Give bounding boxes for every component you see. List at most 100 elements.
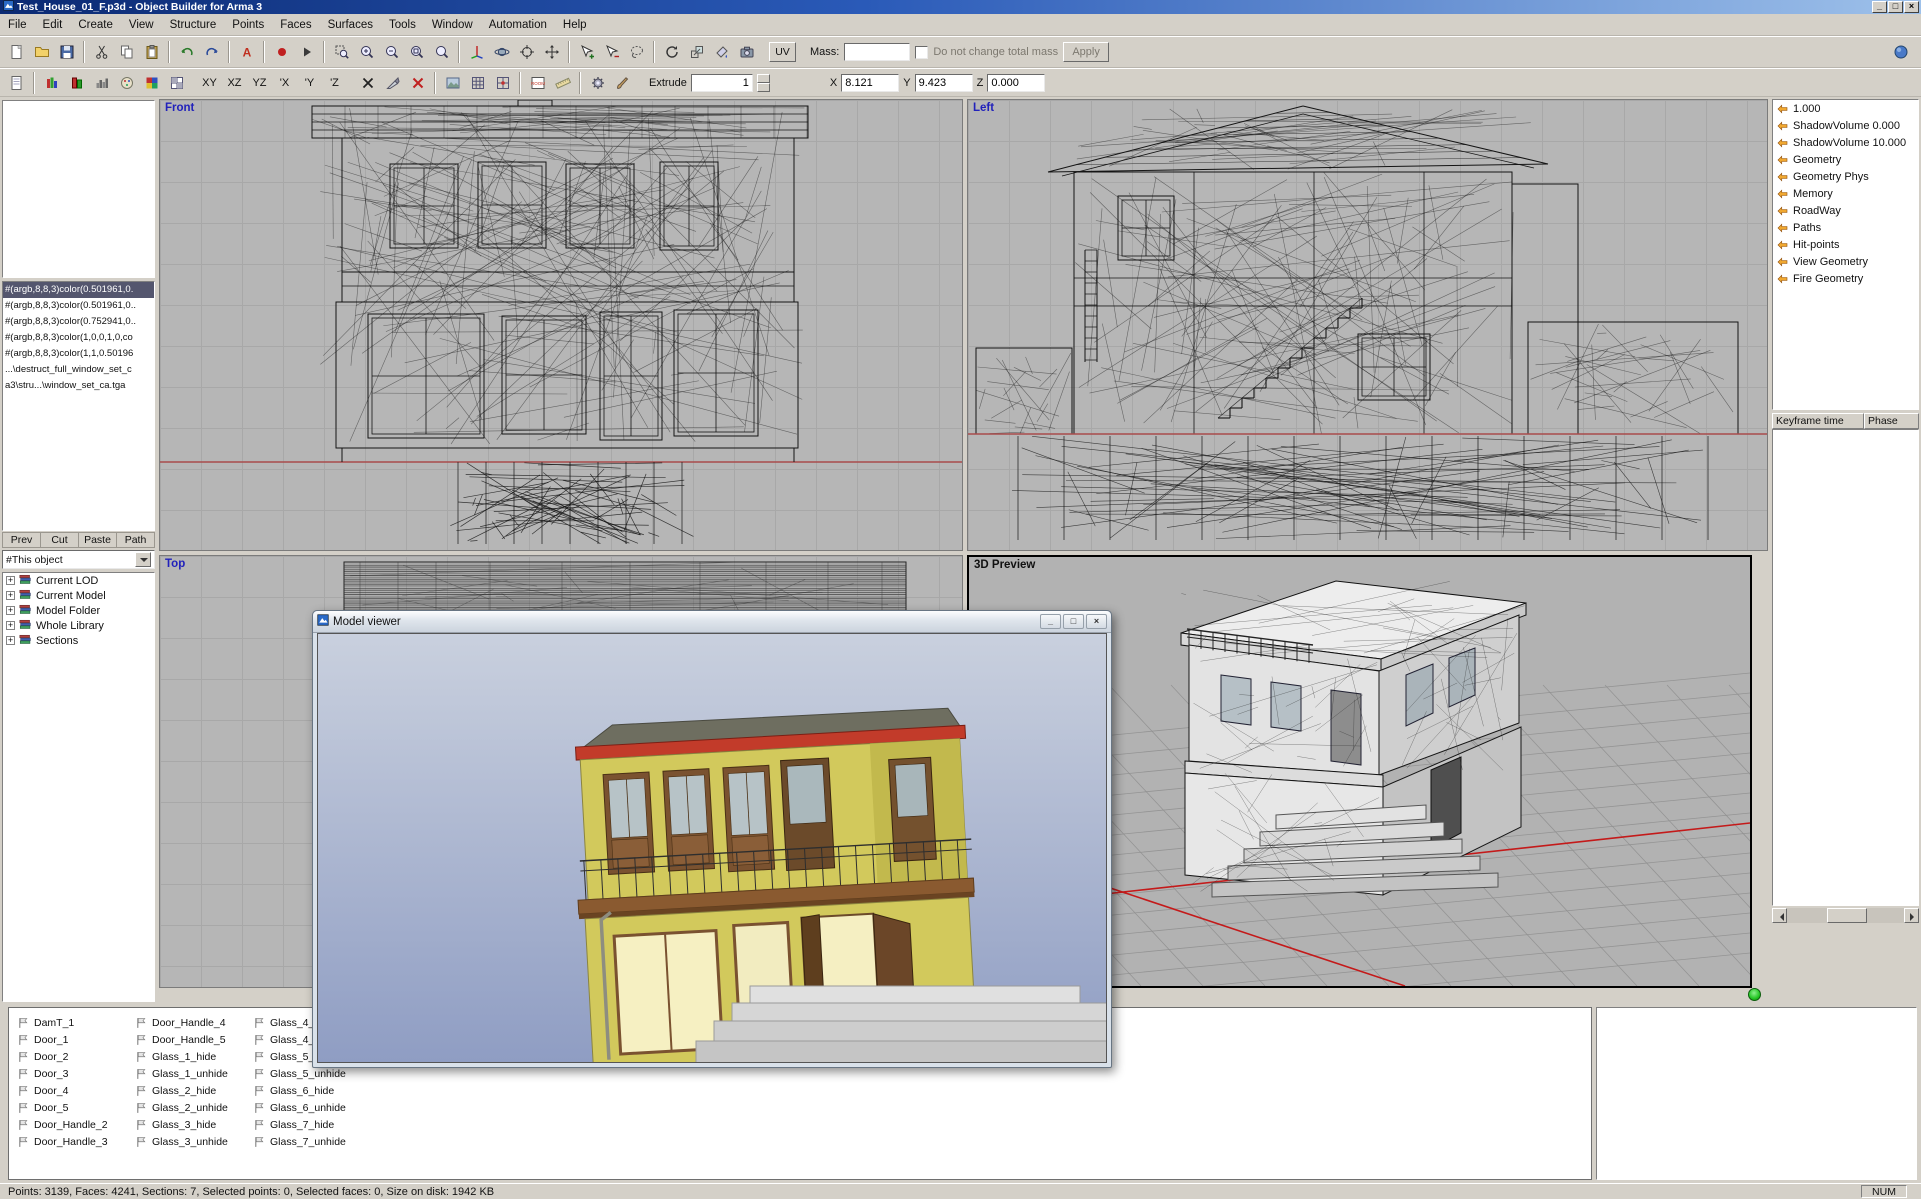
scroll-right-icon[interactable]: [1904, 908, 1919, 923]
zoom-region-button[interactable]: [329, 40, 354, 64]
zoom-plus-button[interactable]: [354, 40, 379, 64]
scroll-left-icon[interactable]: [1772, 908, 1787, 923]
viewport-left[interactable]: Left: [967, 99, 1768, 551]
lod-item[interactable]: Memory: [1773, 185, 1918, 202]
rotate-button[interactable]: [659, 40, 684, 64]
new-file-button[interactable]: [4, 40, 29, 64]
crosshair-button[interactable]: [514, 40, 539, 64]
tree-item-sections[interactable]: +Sections: [3, 633, 154, 648]
coord-x-input[interactable]: [841, 74, 899, 92]
apply-button[interactable]: Apply: [1063, 42, 1109, 62]
extrude-input[interactable]: [691, 74, 753, 92]
plane-button-xy[interactable]: XY: [197, 73, 222, 93]
selection-item[interactable]: Door_1: [17, 1031, 135, 1048]
plane-button-xz[interactable]: XZ: [222, 73, 247, 93]
menu-item-points[interactable]: Points: [224, 15, 272, 35]
redo-button[interactable]: [199, 40, 224, 64]
selection-item[interactable]: Door_Handle_3: [17, 1133, 135, 1150]
texture-list[interactable]: #(argb,8,8,3)color(0.501961,0.#(argb,8,8…: [2, 281, 155, 531]
camera-button[interactable]: [734, 40, 759, 64]
selection-item[interactable]: Door_Handle_5: [135, 1031, 253, 1048]
knife-button[interactable]: [380, 71, 405, 95]
selection-item[interactable]: Door_4: [17, 1082, 135, 1099]
save-button[interactable]: [54, 40, 79, 64]
total-mass-checkbox[interactable]: [915, 46, 928, 59]
selection-item[interactable]: DamT_1: [17, 1014, 135, 1031]
lod-item[interactable]: Geometry Phys: [1773, 168, 1918, 185]
expand-icon[interactable]: +: [6, 606, 15, 615]
tab-cut[interactable]: Cut: [41, 532, 79, 548]
room-button[interactable]: ROOM: [525, 71, 550, 95]
selection-item[interactable]: Glass_7_unhide: [253, 1133, 371, 1150]
menu-item-window[interactable]: Window: [424, 15, 481, 35]
paste-button[interactable]: [139, 40, 164, 64]
close-button[interactable]: ×: [1904, 1, 1919, 13]
lod-page-button[interactable]: [4, 71, 29, 95]
lod-item[interactable]: ShadowVolume 10.000: [1773, 134, 1918, 151]
keyframe-time-header[interactable]: Keyframe time: [1772, 413, 1864, 429]
menu-item-view[interactable]: View: [121, 15, 162, 35]
titlebar[interactable]: Test_House_01_F.p3d - Object Builder for…: [0, 0, 1921, 14]
texture-list-item[interactable]: #(argb,8,8,3)color(0.501961,0..: [3, 298, 154, 314]
selection-item[interactable]: Glass_3_unhide: [135, 1133, 253, 1150]
lod-item[interactable]: Fire Geometry: [1773, 270, 1918, 287]
selection-item[interactable]: Door_3: [17, 1065, 135, 1082]
scale-button[interactable]: [684, 40, 709, 64]
gizmo-button[interactable]: [464, 40, 489, 64]
lod-item[interactable]: Geometry: [1773, 151, 1918, 168]
remove-red-x-button[interactable]: [405, 71, 430, 95]
lod-item[interactable]: Paths: [1773, 219, 1918, 236]
tab-paste[interactable]: Paste: [79, 532, 117, 548]
lod-item[interactable]: Hit-points: [1773, 236, 1918, 253]
chevron-down-icon[interactable]: [135, 552, 151, 567]
keyframe-scrollbar[interactable]: [1772, 908, 1919, 923]
search-button[interactable]: [429, 40, 454, 64]
scrollbar-thumb[interactable]: [1827, 908, 1867, 923]
select-add-button[interactable]: [574, 40, 599, 64]
viewport-front[interactable]: Front: [159, 99, 963, 551]
selection-item[interactable]: Glass_2_unhide: [135, 1099, 253, 1116]
menu-item-create[interactable]: Create: [70, 15, 121, 35]
copy-button[interactable]: [114, 40, 139, 64]
zoom-extents-button[interactable]: [404, 40, 429, 64]
selection-item[interactable]: Door_Handle_4: [135, 1014, 253, 1031]
selection-item[interactable]: Door_2: [17, 1048, 135, 1065]
histogram-button[interactable]: [89, 71, 114, 95]
model-viewer-window[interactable]: Model viewer _ □ ×: [312, 610, 1112, 1068]
lod-item[interactable]: RoadWay: [1773, 202, 1918, 219]
texture-list-item[interactable]: #(argb,8,8,3)color(1,0,0,1,0,co: [3, 330, 154, 346]
plane-button-z[interactable]: 'Z: [322, 73, 347, 93]
menu-item-surfaces[interactable]: Surfaces: [320, 15, 381, 35]
selection-item[interactable]: Glass_7_hide: [253, 1116, 371, 1133]
selection-item[interactable]: Glass_2_hide: [135, 1082, 253, 1099]
texture-list-item[interactable]: #(argb,8,8,3)color(1,1,0.50196: [3, 346, 154, 362]
selection-item[interactable]: Glass_6_unhide: [253, 1099, 371, 1116]
record-button[interactable]: [269, 40, 294, 64]
palette-button[interactable]: [114, 71, 139, 95]
texture-list-item[interactable]: ...\destruct_full_window_set_c: [3, 362, 154, 378]
gear-button[interactable]: [585, 71, 610, 95]
tab-path[interactable]: Path: [117, 532, 155, 548]
uv-editor-button[interactable]: UV: [769, 42, 796, 62]
letter-a-button[interactable]: A: [234, 40, 259, 64]
model-viewer-close-button[interactable]: ×: [1086, 614, 1107, 629]
plane-button-y[interactable]: 'Y: [297, 73, 322, 93]
pan-button[interactable]: [539, 40, 564, 64]
lod-item[interactable]: ShadowVolume 0.000: [1773, 117, 1918, 134]
menu-item-tools[interactable]: Tools: [381, 15, 424, 35]
expand-icon[interactable]: +: [6, 591, 15, 600]
menu-item-file[interactable]: File: [0, 15, 35, 35]
texture-list-item[interactable]: #(argb,8,8,3)color(0.501961,0.: [3, 282, 154, 298]
expand-icon[interactable]: +: [6, 621, 15, 630]
rgb-bars-button[interactable]: [39, 71, 64, 95]
spin-down-icon[interactable]: [757, 83, 770, 92]
library-tree[interactable]: +Current LOD+Current Model+Model Folder+…: [2, 572, 155, 1002]
selection-item[interactable]: Glass_6_hide: [253, 1082, 371, 1099]
selection-item[interactable]: Door_5: [17, 1099, 135, 1116]
help-sphere-button[interactable]: [1888, 40, 1913, 64]
plane-button-x[interactable]: 'X: [272, 73, 297, 93]
expand-icon[interactable]: +: [6, 576, 15, 585]
selection-item[interactable]: Glass_3_hide: [135, 1116, 253, 1133]
mass-input[interactable]: [844, 43, 910, 61]
menu-item-automation[interactable]: Automation: [481, 15, 555, 35]
